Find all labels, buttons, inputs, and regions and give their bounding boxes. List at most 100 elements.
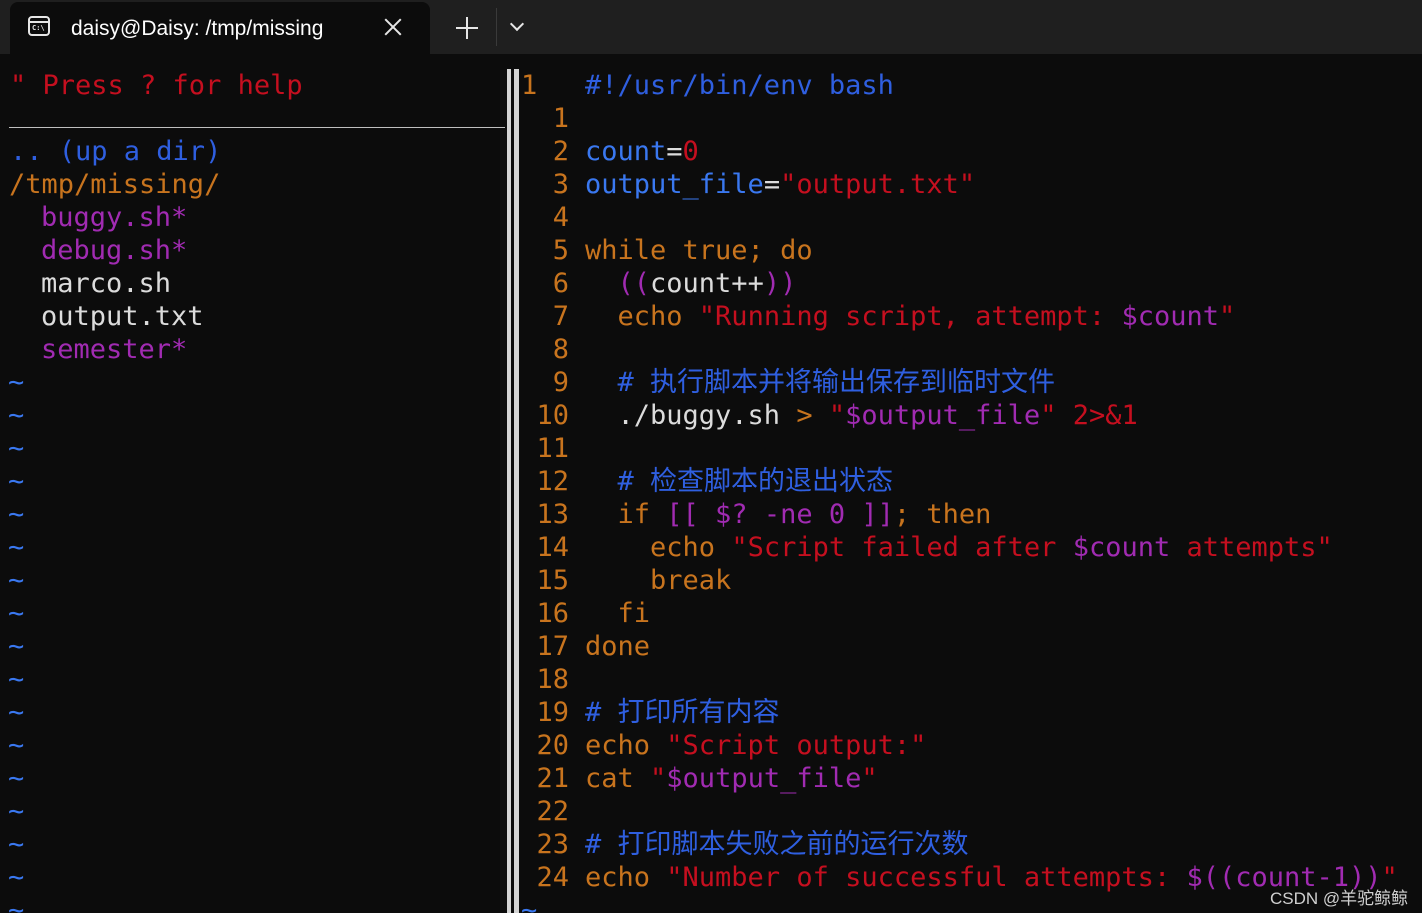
code-line[interactable]: count=0 <box>585 135 699 168</box>
empty-line-tilde: ~ <box>8 367 25 398</box>
code-line[interactable]: # 检查脚本的退出状态 <box>585 465 894 498</box>
code-token: ./buggy.sh <box>585 400 797 431</box>
code-token: $output_file <box>845 400 1041 431</box>
code-token: " <box>650 763 667 794</box>
line-number: 21 <box>536 763 569 794</box>
code-token: ; then <box>893 499 992 530</box>
code-line[interactable]: if [[ $? -ne 0 ]]; then <box>585 498 992 531</box>
empty-line-tilde: ~ <box>8 466 25 497</box>
code-line[interactable]: output_file="output.txt" <box>585 168 975 201</box>
code-token: $count <box>1072 532 1171 563</box>
code-token: while true; do <box>585 235 813 266</box>
line-number: 5 <box>552 235 569 266</box>
code-token: break <box>585 565 732 596</box>
help-hint[interactable]: " Press ? for help <box>10 69 303 102</box>
code-line[interactable]: done <box>585 630 650 663</box>
code-token: attempts" <box>1170 532 1333 563</box>
code-token: count++ <box>650 268 764 299</box>
file-entry[interactable]: semester* <box>41 333 187 366</box>
code-token: $output_file <box>666 763 862 794</box>
code-line[interactable]: cat "$output_file" <box>585 762 878 795</box>
tab-title: daisy@Daisy: /tmp/missing <box>71 17 324 40</box>
line-number: 14 <box>536 532 569 563</box>
code-token: echo <box>585 532 732 563</box>
code-line[interactable]: break <box>585 564 731 597</box>
empty-line-tilde: ~ <box>8 565 25 596</box>
empty-line-tilde: ~ <box>8 499 25 530</box>
code-token: echo <box>585 730 667 761</box>
empty-line-tilde: ~ <box>8 763 25 794</box>
up-dir-entry[interactable]: .. (up a dir) <box>10 135 221 168</box>
code-token: (( <box>617 268 651 299</box>
code-token: " <box>1218 301 1236 332</box>
line-number: 1 <box>521 70 538 101</box>
file-explorer-pane[interactable]: " Press ? for help .. (up a dir)/tmp/miss… <box>0 69 505 913</box>
code-line[interactable]: #!/usr/bin/env bash <box>585 69 894 102</box>
code-line[interactable]: ((count++)) <box>585 267 797 300</box>
empty-line-tilde: ~ <box>8 796 25 827</box>
line-number: 1 <box>552 103 569 134</box>
tab-divider <box>496 8 497 46</box>
line-number: 15 <box>536 565 569 596</box>
line-number: 16 <box>536 598 569 629</box>
line-number: 18 <box>536 664 569 695</box>
line-number: 9 <box>552 367 569 398</box>
line-number: 4 <box>552 202 569 233</box>
code-line[interactable]: # 执行脚本并将输出保存到临时文件 <box>585 366 1056 399</box>
code-token: count <box>585 136 667 167</box>
empty-line-tilde: ~ <box>8 433 25 464</box>
empty-line-tilde: ~ <box>8 829 25 860</box>
code-token: # 打印所有内容 <box>585 697 780 728</box>
empty-line-tilde: ~ <box>8 532 25 563</box>
code-token: "output.txt" <box>780 169 976 200</box>
code-token: if <box>585 499 667 530</box>
code-token: #!/usr/bin/env bash <box>585 70 894 101</box>
empty-line-tilde: ~ <box>8 895 25 913</box>
line-number: 19 <box>536 697 569 728</box>
code-line[interactable]: while true; do <box>585 234 813 267</box>
code-token: > <box>796 400 829 431</box>
empty-line-tilde: ~ <box>8 730 25 761</box>
code-token: "Number of successful attempts: <box>666 862 1187 893</box>
code-line[interactable]: fi <box>585 597 651 630</box>
code-token: 2>&1 <box>1056 400 1138 431</box>
current-dir-entry[interactable]: /tmp/missing/ <box>9 168 220 201</box>
split-divider[interactable] <box>507 69 519 913</box>
close-tab-icon[interactable] <box>382 16 404 38</box>
code-token: $count <box>1121 301 1219 332</box>
code-token: echo <box>585 862 667 893</box>
code-line[interactable]: echo "Running script, attempt: $count" <box>585 300 1236 333</box>
cursor-line <box>9 127 505 128</box>
tab-bar: C:\ daisy@Daisy: /tmp/missing <box>0 0 1422 54</box>
file-entry[interactable]: output.txt <box>41 300 204 333</box>
code-token: # 执行脚本并将输出保存到临时文件 <box>585 367 1056 398</box>
file-entry[interactable]: debug.sh* <box>41 234 187 267</box>
line-number: 13 <box>536 499 569 530</box>
code-line[interactable]: # 打印所有内容 <box>585 696 780 729</box>
line-number: 8 <box>552 334 569 365</box>
empty-line-tilde: ~ <box>8 598 25 629</box>
code-token: # 检查脚本的退出状态 <box>585 466 894 497</box>
editor-pane[interactable]: 1 1 2 3 4 5 6 7 8 9 10 11 12 13 14 15 16 17 18 19 20 21 22 23 24… <box>521 69 1422 913</box>
code-line[interactable]: ./buggy.sh > "$output_file" 2>&1 <box>585 399 1138 432</box>
file-entry[interactable]: buggy.sh* <box>41 201 187 234</box>
empty-line-tilde: ~ <box>8 862 25 893</box>
file-entry[interactable]: marco.sh <box>41 267 171 300</box>
line-number: 22 <box>536 796 569 827</box>
empty-line-tilde: ~ <box>8 400 25 431</box>
chevron-down-icon[interactable] <box>511 19 523 31</box>
code-line[interactable]: echo "Script output:" <box>585 729 926 762</box>
line-number: 20 <box>536 730 569 761</box>
code-token: output_file <box>585 169 764 200</box>
terminal-icon: C:\ <box>28 16 50 36</box>
line-number: 7 <box>552 301 569 332</box>
code-line[interactable]: # 打印脚本失败之前的运行次数 <box>585 828 969 861</box>
code-line[interactable]: echo "Script failed after $count attempt… <box>585 531 1333 564</box>
empty-line-tilde: ~ <box>8 631 25 662</box>
new-tab-icon[interactable] <box>456 17 478 39</box>
line-number: 17 <box>536 631 569 662</box>
code-token: " <box>828 400 846 431</box>
terminal-tab[interactable]: C:\ daisy@Daisy: /tmp/missing <box>10 2 430 54</box>
line-number: 3 <box>552 169 569 200</box>
